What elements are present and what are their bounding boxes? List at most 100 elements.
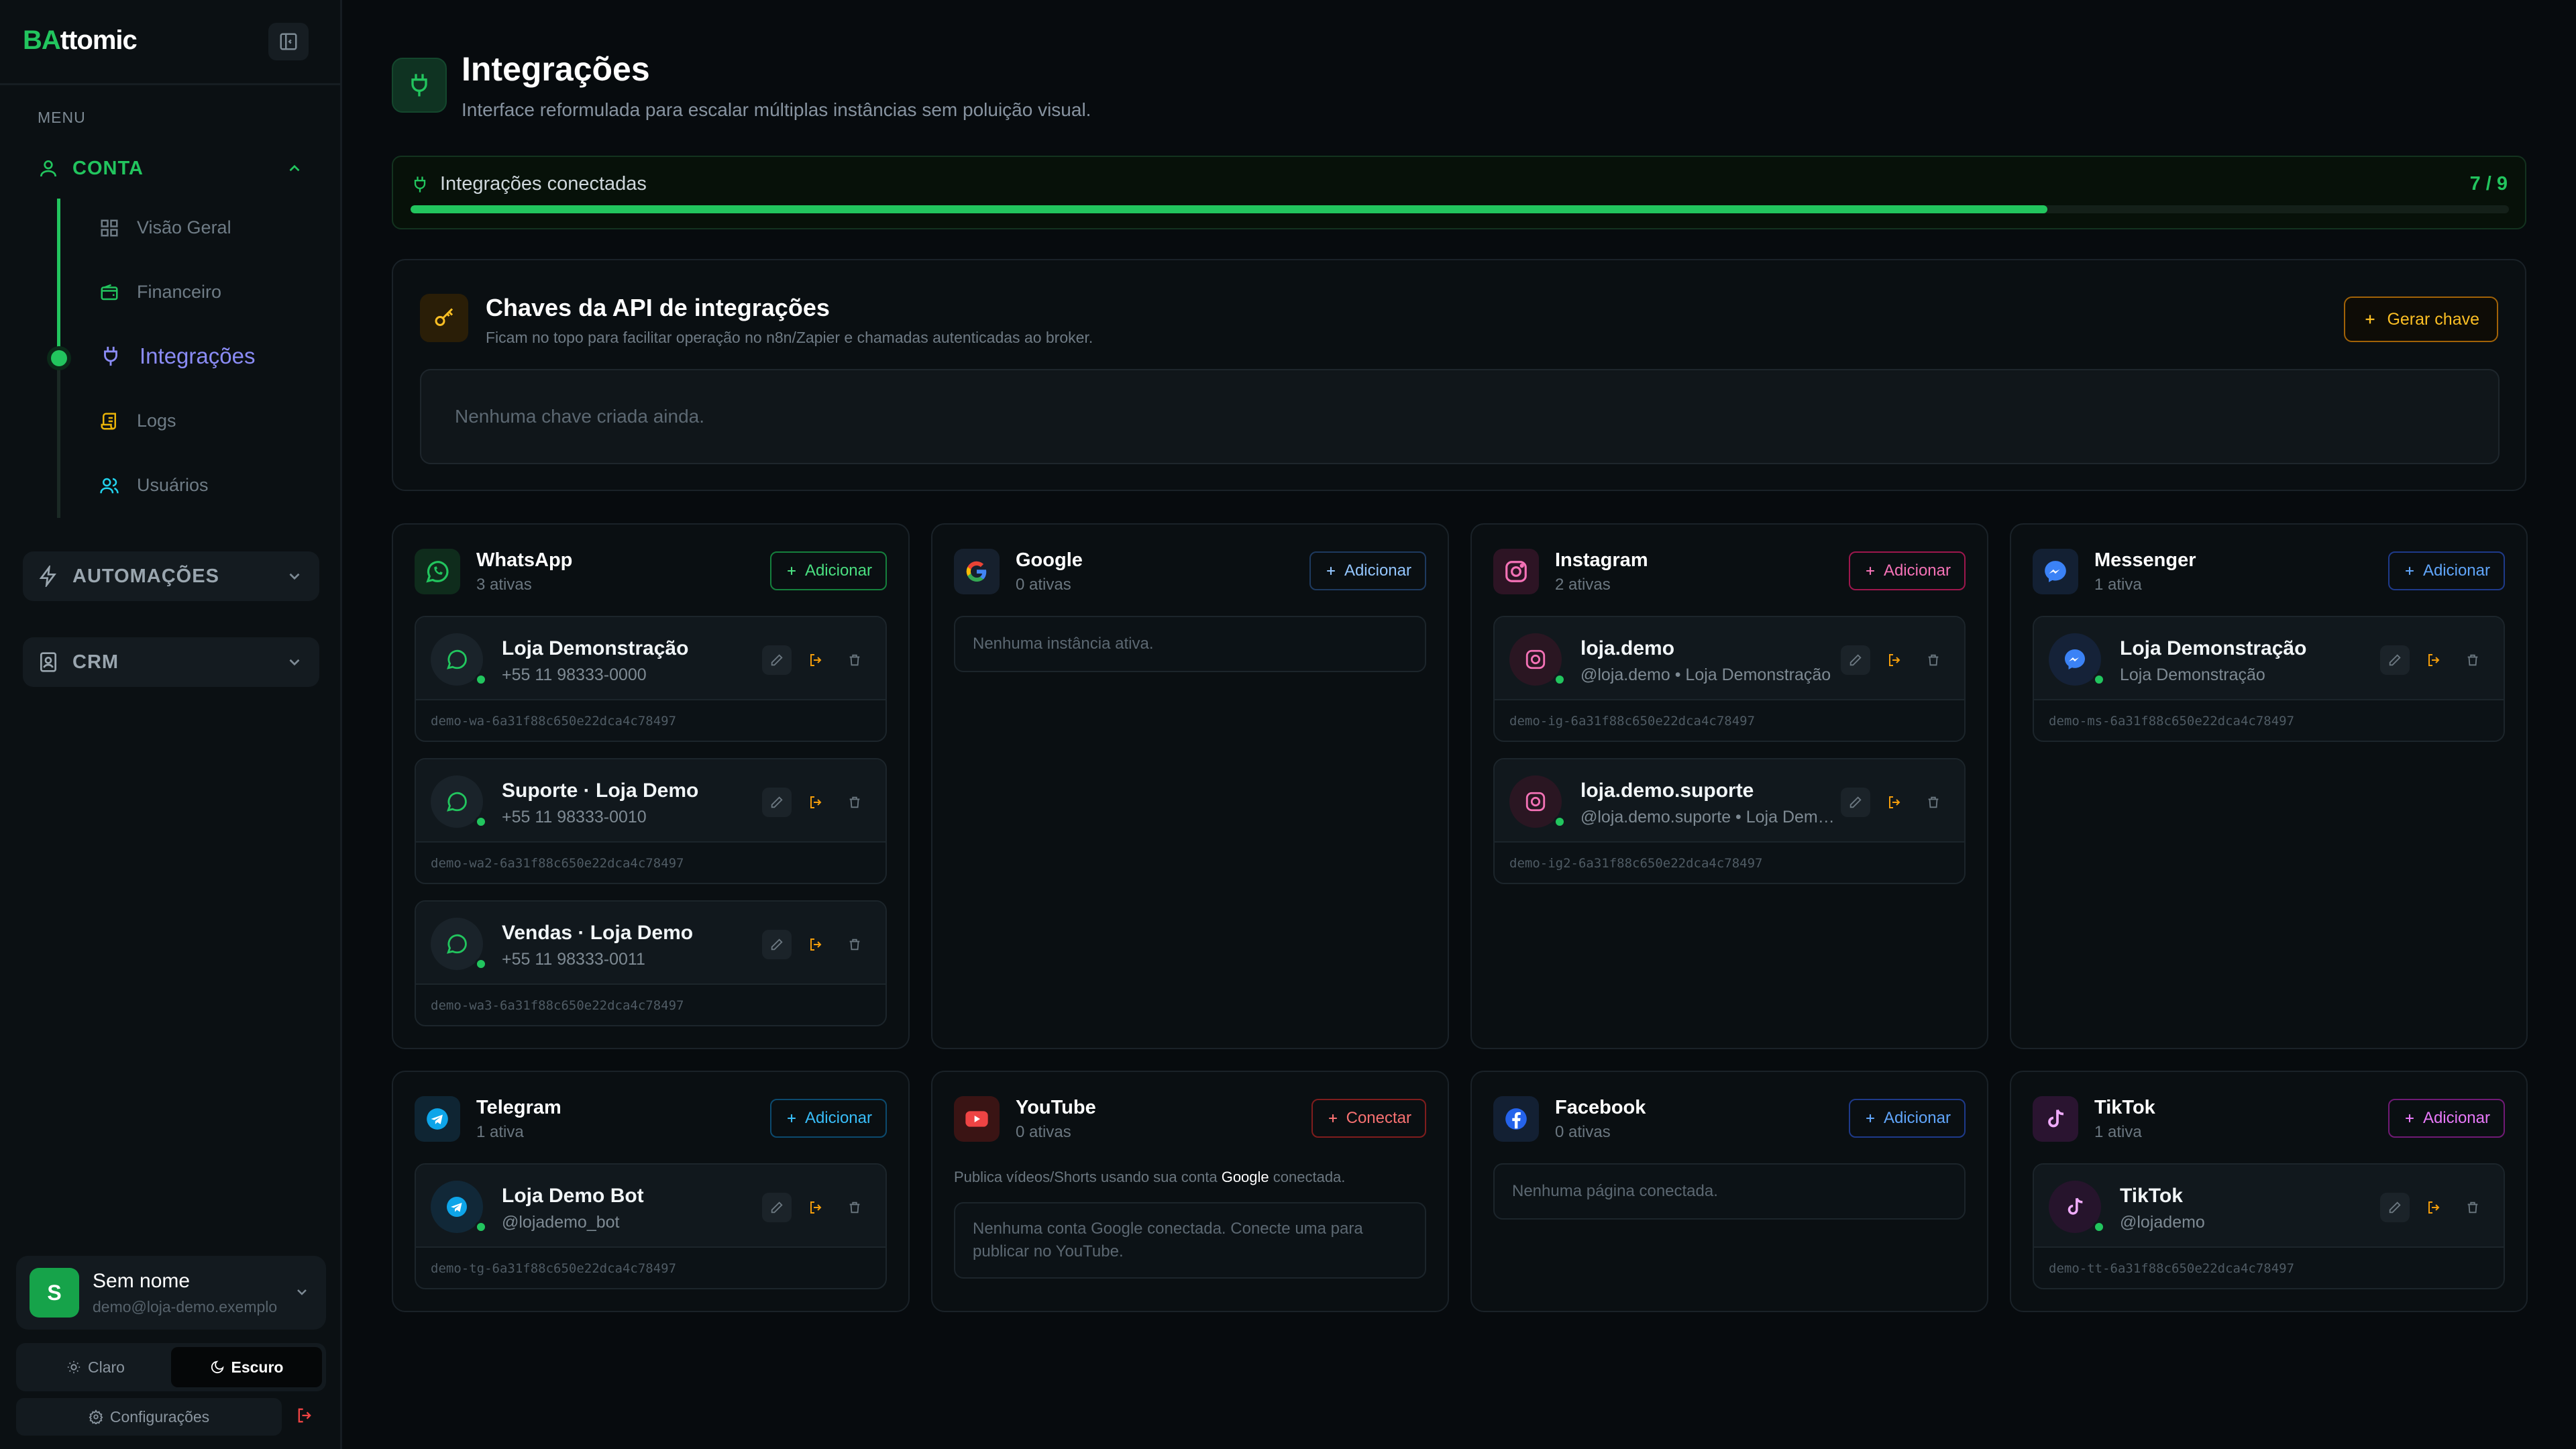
zap-icon — [39, 566, 56, 587]
instagram-icon — [1525, 792, 1546, 812]
delete-instance-button[interactable] — [2458, 645, 2487, 675]
provider-count: 0 ativas — [1555, 1122, 1611, 1141]
theme-switcher: Claro Escuro — [16, 1343, 326, 1391]
add-whatsapp-button[interactable]: Adicionar — [769, 551, 887, 590]
provider-count: 0 ativas — [1016, 575, 1071, 594]
add-button-label: Adicionar — [2422, 1109, 2490, 1127]
delete-instance-button[interactable] — [840, 645, 869, 675]
sidebar-item-visao-geral[interactable]: Visão Geral — [99, 217, 231, 238]
delete-instance-button[interactable] — [840, 930, 869, 959]
sidebar-item-integracoes[interactable]: Integrações — [99, 343, 255, 369]
generate-key-label: Gerar chave — [2387, 309, 2479, 329]
connect-youtube-button[interactable]: Conectar — [1311, 1099, 1426, 1138]
pencil-icon — [771, 796, 783, 808]
add-messenger-button[interactable]: Adicionar — [2387, 551, 2505, 590]
add-telegram-button[interactable]: Adicionar — [769, 1099, 887, 1138]
edit-instance-button[interactable] — [762, 930, 792, 959]
provider-name: WhatsApp — [476, 549, 573, 571]
youtube-note-google: Google — [1221, 1169, 1269, 1185]
add-instagram-button[interactable]: Adicionar — [1848, 551, 1966, 590]
nav-group-automacoes[interactable]: AUTOMAÇÕES — [23, 551, 319, 601]
sidebar-item-label: Financeiro — [137, 282, 222, 302]
instance-subtitle: @loja.demo • Loja Demonstração — [1580, 665, 1831, 684]
instance-id: demo-wa3-6a31f88c650e22dca4c78497 — [431, 998, 684, 1013]
disconnect-instance-button[interactable] — [1880, 788, 1909, 817]
edit-instance-button[interactable] — [1841, 645, 1870, 675]
edit-instance-button[interactable] — [762, 1193, 792, 1222]
youtube-note-text-end: conectada. — [1269, 1169, 1346, 1185]
add-button-label: Conectar — [1346, 1109, 1411, 1127]
key-icon — [435, 308, 453, 326]
user-menu[interactable]: S Sem nome demo@loja-demo.exemplo — [16, 1256, 326, 1330]
disconnect-instance-button[interactable] — [801, 788, 830, 817]
instance-subtitle: @lojademo_bot — [502, 1213, 620, 1232]
wallet-icon — [101, 284, 118, 300]
instance-card: Vendas · Loja Demo +55 11 98333-0011 demo… — [415, 900, 887, 1026]
progress-bar-fill — [411, 205, 2047, 213]
delete-instance-button[interactable] — [2458, 1193, 2487, 1222]
trash-icon — [849, 796, 860, 808]
disconnect-instance-button[interactable] — [801, 930, 830, 959]
sidebar-toggle-icon — [280, 33, 297, 50]
delete-instance-button[interactable] — [1919, 645, 1948, 675]
plus-icon — [788, 567, 796, 575]
google-icon — [966, 561, 987, 582]
instance-id: demo-ig2-6a31f88c650e22dca4c78497 — [1509, 856, 1763, 871]
whatsapp-icon — [447, 649, 467, 669]
add-facebook-button[interactable]: Adicionar — [1848, 1099, 1966, 1138]
sidebar-item-usuarios[interactable]: Usuários — [99, 475, 209, 496]
page-subtitle: Interface reformulada para escalar múlti… — [462, 99, 1091, 120]
logout-button[interactable] — [295, 1406, 314, 1428]
collapse-sidebar-button[interactable] — [268, 23, 309, 60]
disconnect-instance-button[interactable] — [1880, 645, 1909, 675]
whatsapp-logo-tile — [415, 549, 460, 594]
edit-instance-button[interactable] — [1841, 788, 1870, 817]
sidebar-item-financeiro[interactable]: Financeiro — [99, 282, 221, 303]
edit-instance-button[interactable] — [762, 788, 792, 817]
theme-light-button[interactable]: Claro — [20, 1347, 171, 1387]
settings-label: Configurações — [109, 1407, 210, 1426]
theme-dark-label: Escuro — [231, 1358, 284, 1376]
online-dot — [1554, 674, 1566, 686]
delete-instance-button[interactable] — [1919, 788, 1948, 817]
trash-icon — [849, 654, 860, 666]
theme-dark-button[interactable]: Escuro — [171, 1347, 322, 1387]
log-out-icon — [810, 938, 822, 951]
brand-logo[interactable]: BAttomic — [23, 25, 138, 56]
whatsapp-icon — [447, 934, 467, 954]
log-out-icon — [1889, 796, 1900, 808]
messenger-icon — [2045, 561, 2066, 582]
log-out-icon — [1889, 654, 1900, 666]
disconnect-instance-button[interactable] — [801, 1193, 830, 1222]
instance-name: TikTok — [2120, 1185, 2183, 1207]
settings-button[interactable]: Configurações — [16, 1398, 282, 1436]
add-tiktok-button[interactable]: Adicionar — [2387, 1099, 2505, 1138]
nav-group-crm[interactable]: CRM — [23, 637, 319, 687]
chevron-down-icon — [289, 659, 300, 666]
sidebar-item-label: Integrações — [140, 343, 256, 368]
facebook-logo-tile — [1493, 1096, 1539, 1142]
log-out-icon — [810, 1201, 822, 1214]
plug-icon — [411, 74, 427, 97]
menu-label: MENU — [38, 109, 86, 126]
online-dot — [475, 816, 487, 828]
generate-key-button[interactable]: Gerar chave — [2344, 297, 2498, 342]
add-google-button[interactable]: Adicionar — [1309, 551, 1426, 590]
trash-icon — [849, 938, 860, 951]
edit-instance-button[interactable] — [2380, 1193, 2410, 1222]
edit-instance-button[interactable] — [762, 645, 792, 675]
disconnect-instance-button[interactable] — [801, 645, 830, 675]
pencil-icon — [771, 654, 783, 666]
delete-instance-button[interactable] — [840, 1193, 869, 1222]
instance-card: Loja Demonstração Loja Demonstração demo-… — [2033, 616, 2505, 742]
edit-instance-button[interactable] — [2380, 645, 2410, 675]
delete-instance-button[interactable] — [840, 788, 869, 817]
instance-card: Suporte · Loja Demo +55 11 98333-0010 dem… — [415, 758, 887, 884]
add-button-label: Adicionar — [1344, 561, 1411, 580]
disconnect-instance-button[interactable] — [2419, 1193, 2449, 1222]
disconnect-instance-button[interactable] — [2419, 645, 2449, 675]
google-logo-tile — [954, 549, 1000, 594]
nav-group-conta[interactable]: CONTA — [23, 144, 319, 193]
messenger-icon — [2065, 649, 2085, 669]
sidebar-item-logs[interactable]: Logs — [99, 411, 176, 431]
